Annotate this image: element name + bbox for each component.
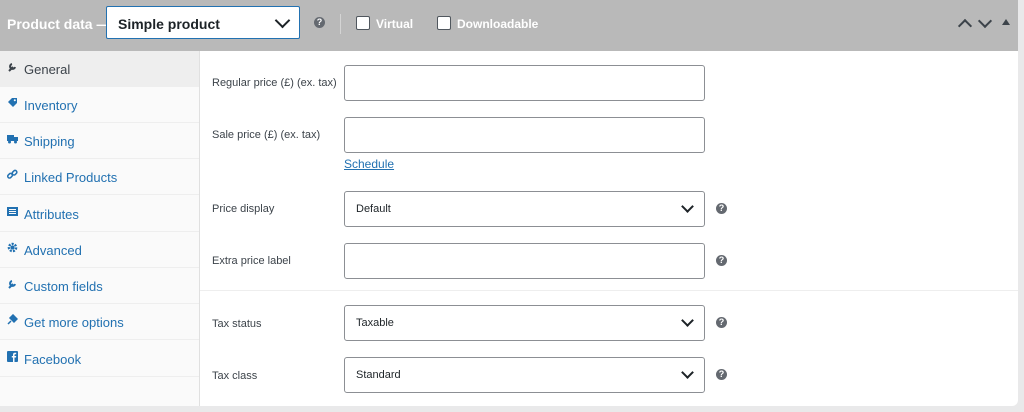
price-display-value: Default (356, 203, 391, 215)
regular-price-input[interactable] (344, 65, 705, 101)
product-data-panel: Product data — Simple product ? Virtual … (0, 0, 1018, 406)
tag-icon (7, 97, 18, 108)
tab-facebook[interactable]: Facebook (0, 341, 199, 377)
extra-price-label-input[interactable] (344, 243, 705, 279)
tax-status-select[interactable]: Taxable (344, 305, 705, 341)
gear-icon (7, 242, 18, 253)
extra-price-label-label: Extra price label (212, 255, 291, 267)
tab-linked-products[interactable]: Linked Products (0, 159, 199, 195)
tab-attributes[interactable]: Attributes (0, 196, 199, 232)
schedule-link[interactable]: Schedule (344, 157, 394, 171)
tax-class-label: Tax class (212, 370, 258, 382)
tab-custom-fields[interactable]: Custom fields (0, 268, 199, 304)
help-icon[interactable]: ? (716, 317, 727, 328)
tax-class-value: Standard (356, 369, 401, 381)
list-icon (7, 206, 18, 217)
help-icon[interactable]: ? (716, 255, 727, 266)
move-up-icon[interactable] (957, 18, 973, 34)
help-icon[interactable]: ? (716, 369, 727, 380)
tab-label: Linked Products (24, 170, 118, 185)
panel-title: Product data — (7, 16, 111, 32)
tab-get-more-options[interactable]: Get more options (0, 304, 199, 340)
wrench-icon (7, 61, 18, 72)
product-type-value: Simple product (118, 16, 220, 32)
product-data-header: Product data — Simple product ? Virtual … (0, 0, 1018, 51)
price-display-label: Price display (212, 203, 275, 215)
wrench-icon (7, 278, 18, 289)
tab-label: Get more options (24, 315, 124, 330)
tab-shipping[interactable]: Shipping (0, 123, 199, 159)
help-icon[interactable]: ? (716, 203, 727, 214)
tab-label: Facebook (24, 352, 82, 367)
virtual-label: Virtual (376, 17, 414, 31)
tab-label: Shipping (24, 134, 75, 149)
tab-advanced[interactable]: Advanced (0, 232, 199, 268)
tab-label: Custom fields (24, 279, 103, 294)
tab-label: Attributes (24, 207, 79, 222)
chevron-down-icon (274, 12, 291, 29)
sale-price-label: Sale price (£) (ex. tax) (212, 129, 321, 141)
truck-icon (7, 133, 18, 144)
chevron-down-icon (681, 200, 694, 213)
tax-class-select[interactable]: Standard (344, 357, 705, 393)
tab-general[interactable]: General (0, 51, 199, 87)
collapse-toggle-icon[interactable] (1002, 19, 1010, 25)
header-divider (340, 14, 341, 34)
plugin-icon (7, 313, 19, 325)
regular-price-label: Regular price (£) (ex. tax) (212, 77, 337, 89)
downloadable-label: Downloadable (457, 17, 539, 31)
section-divider (200, 290, 1018, 291)
move-down-icon[interactable] (977, 13, 993, 29)
sale-price-input[interactable] (344, 117, 705, 153)
downloadable-checkbox[interactable] (437, 16, 451, 30)
tax-status-label: Tax status (212, 318, 262, 330)
tab-label: General (24, 62, 71, 77)
chevron-down-icon (681, 366, 694, 379)
facebook-icon (7, 351, 18, 362)
tab-inventory[interactable]: Inventory (0, 87, 199, 123)
price-display-select[interactable]: Default (344, 191, 705, 227)
product-type-select[interactable]: Simple product (106, 6, 300, 39)
tab-label: Advanced (24, 243, 82, 258)
virtual-checkbox[interactable] (356, 16, 370, 30)
help-icon[interactable]: ? (314, 17, 325, 28)
chevron-down-icon (681, 314, 694, 327)
tab-label: Inventory (24, 98, 78, 113)
product-data-tabs: General Inventory Shipping Linked Produc… (0, 51, 200, 406)
tax-status-value: Taxable (356, 317, 394, 329)
link-icon (6, 169, 18, 180)
